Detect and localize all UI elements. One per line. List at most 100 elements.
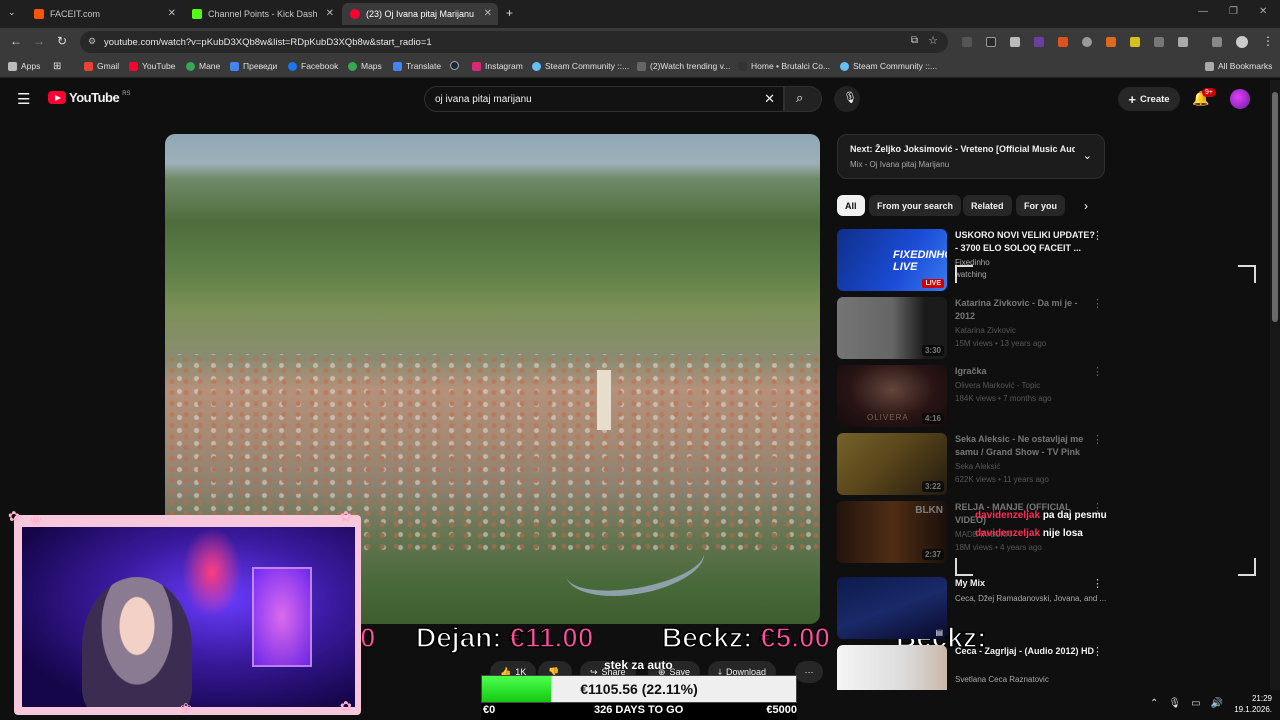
close-icon[interactable]: ✕ xyxy=(168,8,176,19)
bookmark-maps[interactable]: Maps xyxy=(348,61,382,71)
list-item[interactable]: 3:22 Seka Aleksic - Ne ostavljaj me samu… xyxy=(837,433,1107,495)
close-icon[interactable]: ✕ xyxy=(484,8,492,19)
video-title: Igračka xyxy=(955,366,987,376)
tab-faceit[interactable]: FACEIT.com ✕ xyxy=(26,3,182,25)
more-actions-button[interactable]: ⋯ xyxy=(795,661,823,683)
chip-all[interactable]: All xyxy=(837,195,865,216)
list-item[interactable]: OLIVERA 4:16 Igračka Olivera Marković - … xyxy=(837,365,1107,427)
list-item[interactable]: ▤ My Mix Ceca, Džej Ramadanovski, Jovana… xyxy=(837,577,1107,639)
youtube-wordmark: YouTube xyxy=(69,90,120,105)
extensions-puzzle-icon[interactable] xyxy=(1178,37,1188,47)
bookmark-watch-trending[interactable]: (2)Watch trending v... xyxy=(637,61,730,71)
steam-icon[interactable] xyxy=(450,61,459,70)
forward-icon[interactable]: → xyxy=(33,34,45,48)
chip-related[interactable]: Related xyxy=(963,195,1012,216)
maximize-icon[interactable]: ❐ xyxy=(1229,6,1238,17)
extension-icon[interactable] xyxy=(1154,37,1164,47)
more-vertical-icon[interactable]: ⋮ xyxy=(1092,433,1103,446)
translate-icon xyxy=(230,61,239,71)
bookmark-instagram[interactable]: Instagram xyxy=(472,61,523,71)
bookmark-apps[interactable]: Apps xyxy=(8,61,40,71)
back-icon[interactable]: ← xyxy=(10,34,22,48)
flower-decoration-icon: ✿ xyxy=(340,508,352,524)
bookmark-label: Translate xyxy=(406,61,442,71)
all-bookmarks-label: All Bookmarks xyxy=(1218,61,1273,71)
profile-avatar-icon[interactable] xyxy=(1236,36,1248,48)
scrollbar-thumb[interactable] xyxy=(1272,92,1278,322)
bookmark-brutalci[interactable]: Home • Brutalci Co... xyxy=(738,61,830,71)
more-vertical-icon[interactable]: ⋮ xyxy=(1092,297,1103,310)
extension-icon[interactable] xyxy=(1034,37,1044,47)
video-thumbnail[interactable]: OLIVERA 4:16 xyxy=(837,365,947,427)
close-icon[interactable]: ✕ xyxy=(326,8,334,19)
more-vertical-icon[interactable]: ⋮ xyxy=(1092,365,1103,378)
bookmark-youtube[interactable]: YouTube xyxy=(129,61,175,71)
extension-icon[interactable] xyxy=(962,37,972,47)
browser-menu-icon[interactable]: ⋮ xyxy=(1262,34,1274,48)
bookmark-steam-1[interactable]: Steam Community ::... xyxy=(532,61,629,71)
video-thumbnail[interactable] xyxy=(837,645,947,690)
playlist-up-next[interactable]: Next: Željko Joksimović - Vreteno [Offic… xyxy=(837,134,1105,179)
video-thumbnail[interactable]: 3:22 xyxy=(837,433,947,495)
video-title: My Mix xyxy=(955,578,986,588)
list-item[interactable]: 3:30 Katarina Zivkovic - Da mi je - 2012… xyxy=(837,297,1107,359)
new-tab-icon[interactable]: + xyxy=(506,6,513,20)
video-thumbnail[interactable]: 3:30 xyxy=(837,297,947,359)
chevron-down-icon[interactable]: ⌄ xyxy=(1083,149,1092,162)
bookmark-star-icon[interactable]: ☆ xyxy=(928,34,938,47)
search-input[interactable]: oj ivana pitaj marijanu ✕ xyxy=(424,86,784,112)
minimize-icon[interactable]: — xyxy=(1198,6,1208,17)
tab-search-icon[interactable]: ⌄ xyxy=(8,7,16,18)
display-icon[interactable]: ▭ xyxy=(1191,698,1200,709)
bookmark-steam-2[interactable]: Steam Community ::... xyxy=(840,61,937,71)
more-horizontal-icon: ⋯ xyxy=(804,666,814,677)
chevron-up-icon[interactable]: ⌃ xyxy=(1150,698,1158,709)
create-label: Create xyxy=(1140,93,1170,105)
bookmark-facebook[interactable]: Facebook xyxy=(288,61,338,71)
chip-from-search[interactable]: From your search xyxy=(869,195,962,216)
close-window-icon[interactable]: ✕ xyxy=(1259,6,1267,17)
more-vertical-icon[interactable]: ⋮ xyxy=(1092,229,1103,242)
search-button[interactable]: ⌕ xyxy=(784,86,822,112)
page-scrollbar[interactable] xyxy=(1270,80,1280,690)
more-vertical-icon[interactable]: ⋮ xyxy=(1092,577,1103,590)
reading-list-icon[interactable] xyxy=(1212,37,1222,47)
extension-icon[interactable] xyxy=(1130,37,1140,47)
video-thumbnail[interactable]: FIXEDINHO LIVE LIVE xyxy=(837,229,947,291)
clear-search-icon[interactable]: ✕ xyxy=(764,91,775,107)
chip-for-you[interactable]: For you xyxy=(1016,195,1065,216)
chevron-right-icon[interactable]: › xyxy=(1084,199,1088,213)
extension-icon[interactable] xyxy=(1058,37,1068,47)
all-bookmarks[interactable]: All Bookmarks xyxy=(1205,61,1272,71)
home-icon xyxy=(738,61,747,71)
bookmark-prevedi[interactable]: Преведи xyxy=(230,61,277,71)
user-avatar[interactable] xyxy=(1230,89,1250,109)
reload-icon[interactable]: ↻ xyxy=(57,34,67,48)
extension-icon[interactable] xyxy=(1010,37,1020,47)
list-item[interactable]: Ceca - Zagrljaj - (Audio 2012) HD Svetla… xyxy=(837,645,1107,690)
channel-name: Seka Aleksić xyxy=(955,462,1001,471)
voice-search-button[interactable]: 🎙 xyxy=(834,86,860,112)
site-info-icon[interactable]: ⚙ xyxy=(88,36,96,47)
volume-icon[interactable]: 🔊 xyxy=(1211,698,1223,709)
bookmark-translate[interactable]: Translate xyxy=(393,61,441,71)
bookmark-gmail[interactable]: Gmail xyxy=(84,61,119,71)
more-vertical-icon[interactable]: ⋮ xyxy=(1092,645,1103,658)
microphone-icon[interactable]: 🎙 xyxy=(1168,698,1181,709)
extension-icon[interactable] xyxy=(1106,37,1116,47)
address-bar[interactable]: ⚙ youtube.com/watch?v=pKubD3XQb8w&list=R… xyxy=(80,31,948,53)
mix-thumbnail[interactable]: ▤ xyxy=(837,577,947,639)
install-app-icon[interactable]: ⧉ xyxy=(911,35,918,46)
tab-kick[interactable]: Channel Points - Kick Dashboard ✕ xyxy=(184,3,340,25)
video-thumbnail[interactable]: BLKN 2:37 xyxy=(837,501,947,563)
grid-icon[interactable]: ⊞ xyxy=(53,61,61,72)
bookmark-mane[interactable]: Mane xyxy=(186,61,220,71)
extension-icon[interactable] xyxy=(986,37,996,47)
tab-youtube[interactable]: (23) Oj Ivana pitaj Marijanu - YouTube ✕ xyxy=(342,3,498,25)
youtube-logo[interactable]: YouTube RS xyxy=(48,90,131,105)
extension-icon[interactable] xyxy=(1082,37,1092,47)
create-button[interactable]: + Create xyxy=(1118,87,1180,111)
taskbar-clock[interactable]: 21:29 19.1.2026. xyxy=(1228,693,1272,715)
menu-hamburger-icon[interactable]: ☰ xyxy=(17,90,30,108)
gmail-icon xyxy=(84,61,93,71)
